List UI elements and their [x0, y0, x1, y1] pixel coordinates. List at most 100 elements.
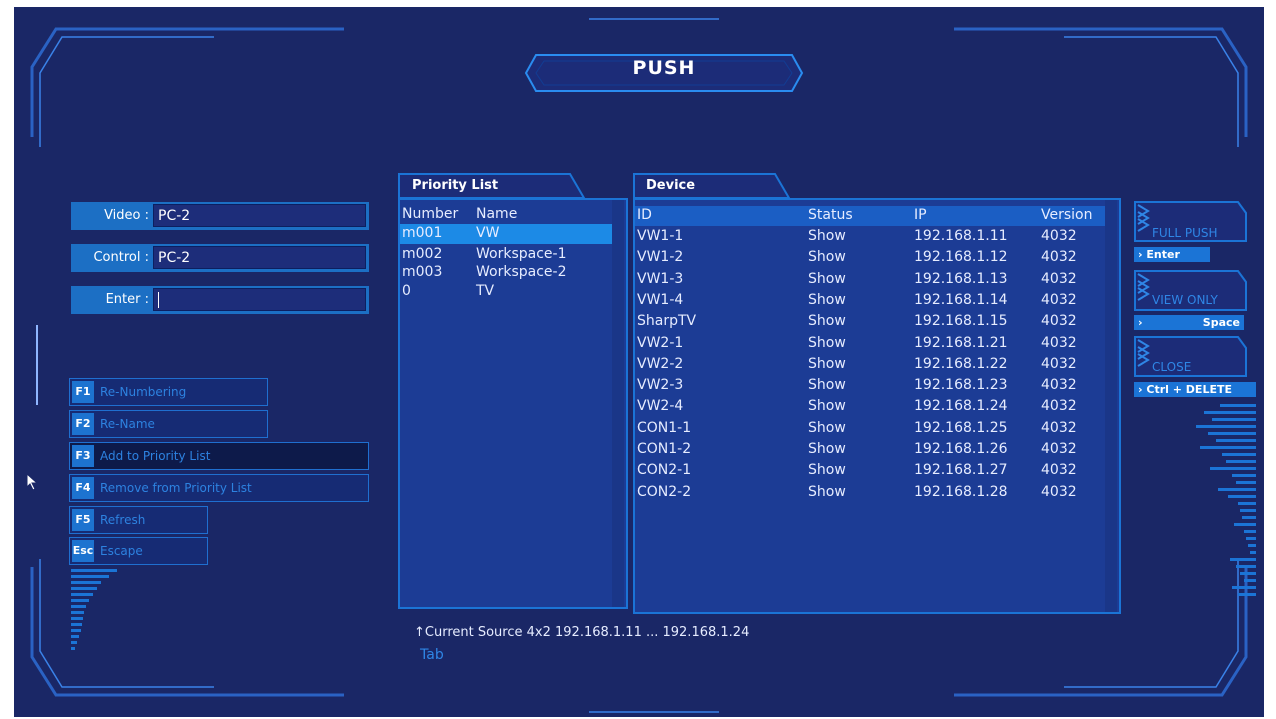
device-row[interactable]: VW2-3 Show 192.168.1.23 4032	[635, 376, 1105, 396]
device-version: 4032	[1041, 228, 1077, 244]
device-ip: 192.168.1.14	[914, 291, 1008, 308]
level-bar	[1210, 467, 1256, 470]
close-button[interactable]: CLOSE	[1152, 360, 1191, 374]
device-row[interactable]: VW2-1 Show 192.168.1.21 4032	[635, 334, 1105, 354]
device-scrollbar[interactable]	[1105, 200, 1117, 612]
device-row[interactable]: VW1-4 Show 192.168.1.14 4032	[635, 291, 1105, 311]
f4-key: F4	[72, 477, 94, 499]
priority-list-panel: Number Name m001 VW m002 Workspace-1 m00…	[398, 198, 628, 609]
priority-name: VW	[476, 225, 500, 241]
device-ip: 192.168.1.26	[914, 441, 1008, 457]
enter-label: Enter :	[71, 286, 151, 314]
level-bar	[1226, 460, 1256, 463]
level-bar	[1220, 404, 1256, 407]
level-bar	[1212, 418, 1256, 421]
device-status: Show	[808, 377, 846, 394]
device-ip: 192.168.1.11	[914, 228, 1008, 244]
level-bar	[1222, 453, 1256, 456]
control-label: Control :	[71, 244, 151, 272]
f5-refresh-button[interactable]: F5 Refresh	[69, 506, 208, 534]
device-id: VW1-3	[637, 270, 684, 287]
device-row[interactable]: VW1-2 Show 192.168.1.12 4032	[635, 248, 1105, 268]
device-col-ip: IP	[914, 207, 927, 223]
f2-rename-button[interactable]: F2 Re-Name	[69, 410, 268, 438]
priority-row[interactable]: m001 VW	[400, 224, 612, 244]
device-status: Show	[808, 441, 846, 457]
device-status: Show	[808, 313, 846, 330]
f3-add-priority-button[interactable]: F3 Add to Priority List	[69, 442, 369, 470]
priority-name: TV	[476, 283, 495, 299]
enter-field[interactable]	[151, 286, 369, 314]
view-only-shortcut: › Space	[1134, 315, 1244, 330]
device-ip: 192.168.1.13	[914, 270, 1008, 287]
device-version: 4032	[1041, 270, 1077, 287]
level-bar	[1246, 537, 1256, 540]
level-bar	[1208, 432, 1256, 435]
level-bar	[1204, 411, 1256, 414]
device-version: 4032	[1041, 441, 1077, 457]
device-status: Show	[808, 462, 846, 479]
priority-row[interactable]: m002 Workspace-1	[400, 245, 612, 265]
device-version: 4032	[1041, 462, 1077, 479]
device-row[interactable]: CON2-2 Show 192.168.1.28 4032	[635, 483, 1105, 503]
f5-label: Refresh	[100, 513, 146, 527]
device-ip: 192.168.1.12	[914, 249, 1008, 266]
device-list-panel: ID Status IP Version VW1-1 Show 192.168.1.…	[633, 198, 1121, 614]
priority-name: Workspace-1	[476, 246, 567, 262]
device-id: VW1-2	[637, 249, 684, 266]
f3-key: F3	[72, 445, 94, 467]
priority-number: m002	[402, 246, 443, 262]
device-id: CON2-2	[637, 483, 692, 500]
view-only-button[interactable]: VIEW ONLY	[1152, 293, 1218, 307]
device-row[interactable]: VW2-4 Show 192.168.1.24 4032	[635, 397, 1105, 417]
device-row[interactable]: SharpTV Show 192.168.1.15 4032	[635, 312, 1105, 332]
f4-remove-priority-button[interactable]: F4 Remove from Priority List	[69, 474, 369, 502]
priority-name: Workspace-2	[476, 264, 567, 280]
device-id: VW2-2	[637, 355, 684, 372]
device-id: VW2-4	[637, 398, 684, 415]
page-title: PUSH	[632, 57, 696, 79]
device-col-version: Version	[1041, 207, 1093, 223]
device-version: 4032	[1041, 334, 1077, 351]
mouse-pointer-icon	[26, 473, 39, 491]
level-bar	[1200, 446, 1256, 449]
device-id: VW1-1	[637, 228, 684, 244]
device-version: 4032	[1041, 377, 1077, 394]
device-row[interactable]: VW2-2 Show 192.168.1.22 4032	[635, 355, 1105, 375]
device-row[interactable]: CON2-1 Show 192.168.1.27 4032	[635, 461, 1105, 481]
device-id: CON2-1	[637, 462, 692, 479]
level-bar	[1240, 572, 1256, 575]
video-value: PC-2	[158, 208, 191, 224]
f2-label: Re-Name	[100, 417, 155, 431]
device-row[interactable]: CON1-2 Show 192.168.1.26 4032	[635, 440, 1105, 460]
device-ip: 192.168.1.28	[914, 483, 1008, 500]
f2-key: F2	[72, 413, 94, 435]
priority-row[interactable]: 0 TV	[400, 282, 612, 302]
device-status: Show	[808, 249, 846, 266]
device-list-title: Device	[646, 178, 696, 193]
full-push-button[interactable]: FULL PUSH	[1152, 226, 1218, 240]
full-push-shortcut: › Enter	[1134, 247, 1210, 262]
priority-scrollbar[interactable]	[612, 200, 624, 607]
device-row[interactable]: VW1-3 Show 192.168.1.13 4032	[635, 270, 1105, 290]
level-bar	[1238, 593, 1256, 596]
device-row[interactable]: CON1-1 Show 192.168.1.25 4032	[635, 419, 1105, 439]
device-ip: 192.168.1.25	[914, 419, 1008, 436]
app-window: PUSH Video : PC-2 Control : PC-2 Enter :…	[0, 0, 1276, 719]
f1-renumber-button[interactable]: F1 Re-Numbering	[69, 378, 268, 406]
device-status: Show	[808, 483, 846, 500]
video-field[interactable]: PC-2	[151, 202, 369, 230]
priority-row[interactable]: m003 Workspace-2	[400, 263, 612, 283]
esc-escape-button[interactable]: Esc Escape	[69, 537, 208, 565]
device-id: VW1-4	[637, 291, 684, 308]
device-version: 4032	[1041, 483, 1077, 500]
device-col-status: Status	[808, 207, 853, 223]
device-version: 4032	[1041, 313, 1077, 330]
device-version: 4032	[1041, 249, 1077, 266]
control-field[interactable]: PC-2	[151, 244, 369, 272]
device-row[interactable]: VW1-1 Show 192.168.1.11 4032	[635, 227, 1105, 247]
view-only-frame	[1134, 270, 1247, 311]
f5-key: F5	[72, 509, 94, 531]
device-version: 4032	[1041, 355, 1077, 372]
level-bar	[1244, 579, 1256, 582]
